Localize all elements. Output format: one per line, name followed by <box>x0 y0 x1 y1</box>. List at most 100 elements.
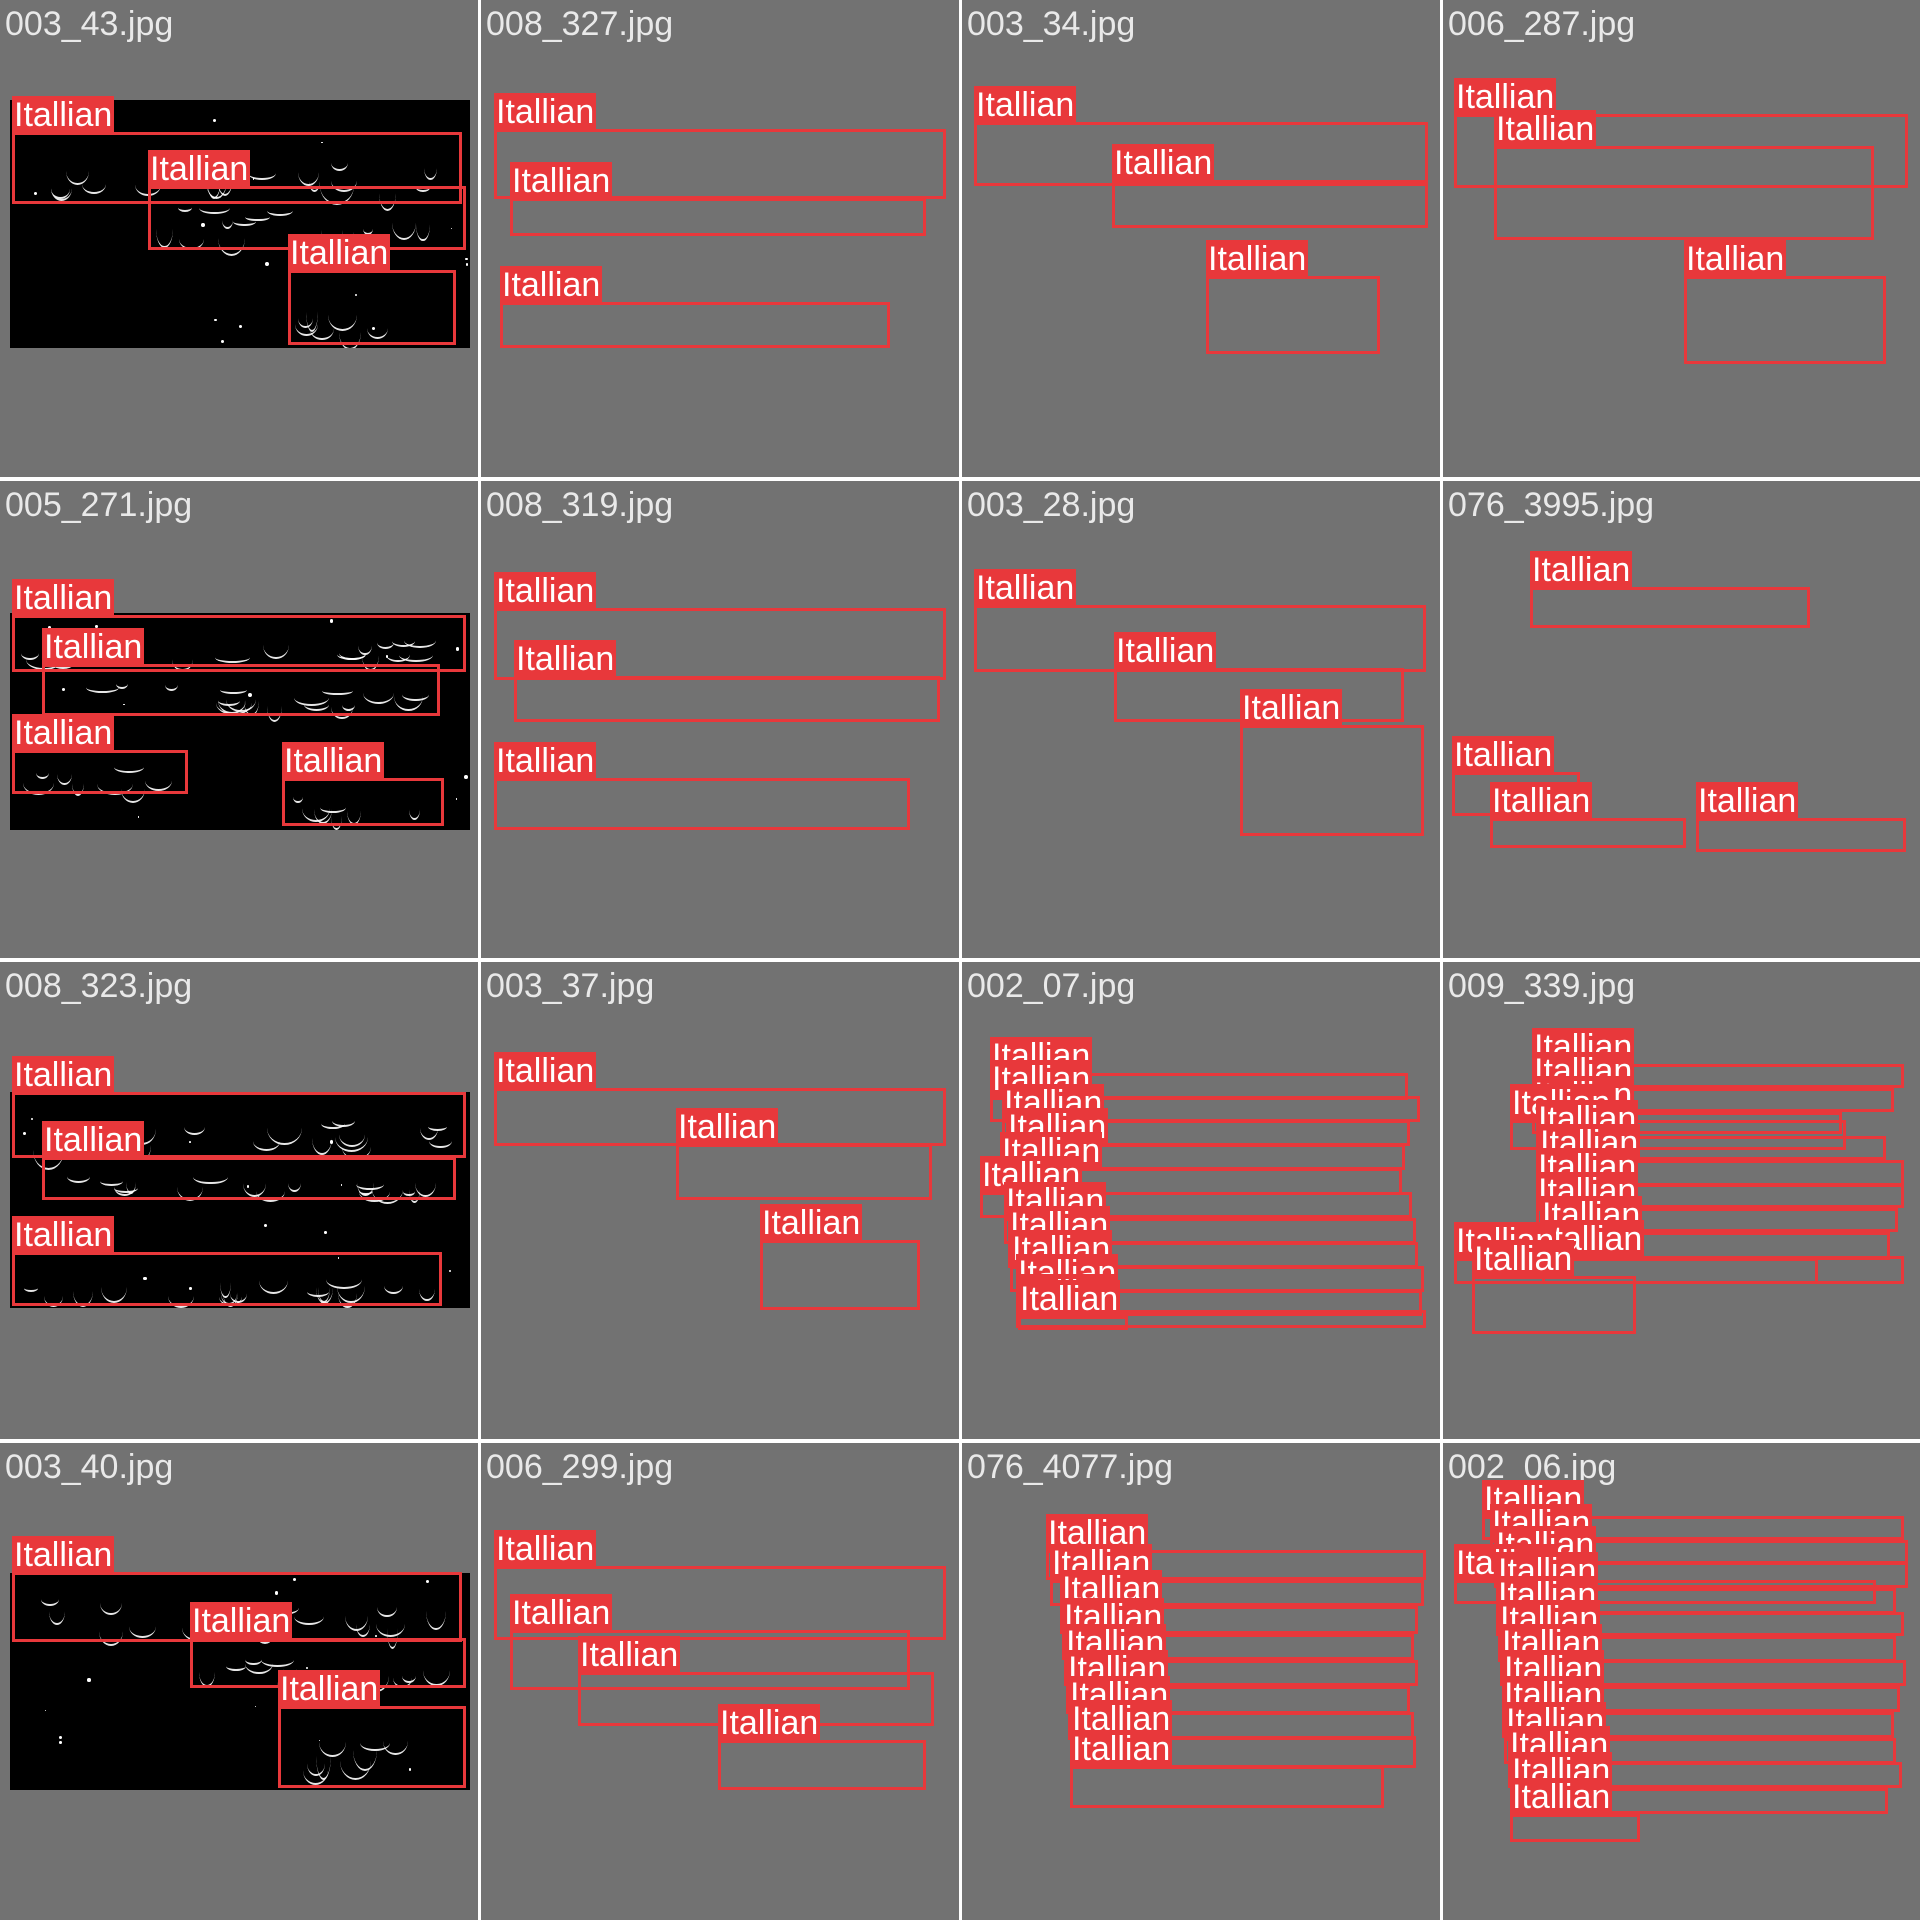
grid-tile[interactable]: 005_271.jpg Itallian Itallian Itallian Itall… <box>0 481 478 958</box>
detection-box[interactable] <box>1018 1316 1128 1330</box>
detection-box[interactable] <box>12 1252 442 1306</box>
detection-box[interactable] <box>676 1144 932 1200</box>
tile-filename: 006_299.jpg <box>486 1448 674 1486</box>
detection-label: Itallian <box>282 742 385 780</box>
detection-box[interactable] <box>288 270 456 345</box>
detection-box[interactable] <box>278 1706 466 1788</box>
tile-filename: 006_287.jpg <box>1448 5 1636 43</box>
ink-speck <box>137 816 140 818</box>
detection-box[interactable] <box>494 778 910 830</box>
grid-tile[interactable]: 003_43.jpg Itallian Itallian Itallian <box>0 0 478 477</box>
tile-filename: 076_3995.jpg <box>1448 486 1655 524</box>
detection-box[interactable] <box>1206 276 1380 354</box>
ink-speck <box>59 1736 63 1740</box>
tile-filename: 008_319.jpg <box>486 486 674 524</box>
detection-label: Itallian <box>1530 551 1633 589</box>
detection-box[interactable] <box>514 676 940 722</box>
detection-box[interactable] <box>1112 180 1428 228</box>
detection-box[interactable] <box>1684 276 1886 364</box>
detection-box[interactable] <box>1510 1814 1640 1842</box>
grid-tile[interactable]: 003_28.jpg Itallian Itallian Itallian <box>962 481 1440 958</box>
tile-filename: 008_323.jpg <box>5 967 193 1005</box>
detection-box[interactable] <box>1494 146 1874 240</box>
detection-label: Itallian <box>12 96 115 134</box>
detection-label: Itallian <box>12 1056 115 1094</box>
detection-label: Itallian <box>1452 736 1555 774</box>
detection-box[interactable] <box>760 1240 920 1310</box>
tile-filename: 009_339.jpg <box>1448 967 1636 1005</box>
tile-filename: 076_4077.jpg <box>967 1448 1174 1486</box>
grid-tile[interactable]: 076_4077.jpg Itallian Itallian Itallian Ital… <box>962 1443 1440 1920</box>
detection-label: Itallian <box>1018 1280 1121 1318</box>
detection-box[interactable] <box>718 1740 926 1790</box>
detection-box[interactable] <box>1240 725 1424 836</box>
grid-tile[interactable]: 006_299.jpg Itallian Itallian Itallian Itall… <box>481 1443 959 1920</box>
ink-speck <box>45 1709 47 1712</box>
detection-box[interactable] <box>1490 818 1686 848</box>
detection-label: Itallian <box>42 628 145 666</box>
detection-label: Itallian <box>510 1594 613 1632</box>
tile-filename: 003_28.jpg <box>967 486 1136 524</box>
tile-filename: 008_327.jpg <box>486 5 674 43</box>
ink-speck <box>323 1231 327 1234</box>
ink-speck <box>464 774 469 779</box>
detection-box[interactable] <box>1696 818 1906 852</box>
grid-tile[interactable]: 006_287.jpg Itallian Itallian Itallian <box>1443 0 1920 477</box>
grid-tile[interactable]: 003_37.jpg Itallian Itallian Itallian <box>481 962 959 1439</box>
ink-speck <box>214 318 217 322</box>
detection-box[interactable] <box>12 750 188 794</box>
detection-box[interactable] <box>510 198 926 236</box>
ink-speck <box>265 261 270 266</box>
detection-label: Itallian <box>1696 782 1799 820</box>
ink-speck <box>59 1741 63 1745</box>
tile-filename: 003_40.jpg <box>5 1448 174 1486</box>
image-grid: 003_43.jpg Itallian Itallian Itallian 008_32… <box>0 0 1920 1920</box>
detection-label: Itallian <box>974 569 1077 607</box>
detection-label: Itallian <box>494 1530 597 1568</box>
grid-tile[interactable]: 008_323.jpg Itallian Itallian Itallian <box>0 962 478 1439</box>
ink-speck <box>264 1223 268 1227</box>
tile-filename: 005_271.jpg <box>5 486 193 524</box>
grid-tile[interactable]: 002_07.jpg Itallian Itallian Itallian Italli… <box>962 962 1440 1439</box>
tile-filename: 002_07.jpg <box>967 967 1136 1005</box>
grid-tile[interactable]: 008_319.jpg Itallian Itallian Itallian <box>481 481 959 958</box>
grid-tile[interactable]: 002_06.jpg Itallian Itallian Itallian Italli… <box>1443 1443 1920 1920</box>
detection-box[interactable] <box>1472 1276 1636 1334</box>
detection-box[interactable] <box>500 302 890 348</box>
detection-label: Itallian <box>494 1052 597 1090</box>
detection-label: Itallian <box>1494 110 1597 148</box>
detection-box[interactable] <box>1070 1766 1384 1808</box>
detection-label: Itallian <box>1112 144 1215 182</box>
detection-label: Itallian <box>12 1536 115 1574</box>
ink-speck <box>212 118 216 123</box>
tile-filename: 003_37.jpg <box>486 967 655 1005</box>
detection-label: Itallian <box>12 1216 115 1254</box>
detection-label: Itallian <box>718 1704 821 1742</box>
ink-speck <box>87 1678 91 1682</box>
grid-tile[interactable]: 003_34.jpg Itallian Itallian Itallian <box>962 0 1440 477</box>
ink-speck <box>254 1706 256 1708</box>
detection-label: Itallian <box>494 93 597 131</box>
grid-tile[interactable]: 009_339.jpg Itallian Itallian Itallian Itall… <box>1443 962 1920 1439</box>
detection-label: Itallian <box>12 714 115 752</box>
grid-tile[interactable]: 076_3995.jpg Itallian Itallian Itallian Ital… <box>1443 481 1920 958</box>
tile-filename: 003_34.jpg <box>967 5 1136 43</box>
detection-box[interactable] <box>42 664 440 716</box>
detection-label: Itallian <box>760 1204 863 1242</box>
grid-tile[interactable]: 003_40.jpg Itallian Itallian Itallian <box>0 1443 478 1920</box>
detection-box[interactable] <box>282 778 444 826</box>
detection-box[interactable] <box>1530 587 1810 628</box>
ink-speck <box>465 257 468 261</box>
detection-label: Itallian <box>578 1636 681 1674</box>
detection-label: Itallian <box>1070 1730 1173 1768</box>
tile-filename: 003_43.jpg <box>5 5 174 43</box>
detection-label: Itallian <box>1510 1778 1613 1816</box>
ink-speck <box>449 1269 452 1272</box>
detection-label: Itallian <box>190 1602 293 1640</box>
detection-box[interactable] <box>42 1157 456 1200</box>
detection-label: Itallian <box>510 162 613 200</box>
detection-label: Itallian <box>1114 632 1217 670</box>
grid-tile[interactable]: 008_327.jpg Itallian Itallian Itallian <box>481 0 959 477</box>
detection-label: Itallian <box>974 86 1077 124</box>
detection-label: Itallian <box>500 266 603 304</box>
